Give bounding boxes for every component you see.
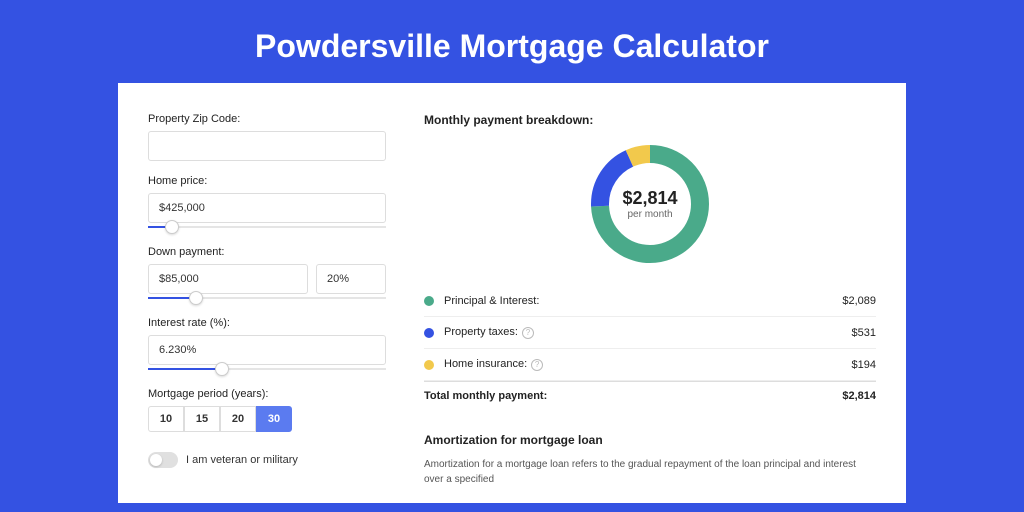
legend-dot: [424, 296, 434, 306]
zip-label: Property Zip Code:: [148, 113, 386, 125]
donut-sub: per month: [627, 209, 672, 220]
total-label: Total monthly payment:: [424, 390, 842, 402]
slider-thumb[interactable]: [165, 220, 179, 234]
form-panel: Property Zip Code: Home price: Down paym…: [148, 113, 386, 503]
down-payment-amount-input[interactable]: [148, 264, 308, 294]
slider-fill: [148, 368, 222, 370]
zip-input[interactable]: [148, 131, 386, 161]
veteran-label: I am veteran or military: [186, 454, 298, 466]
down-payment-field: Down payment:: [148, 246, 386, 303]
amortization-body: Amortization for a mortgage loan refers …: [424, 457, 876, 487]
period-field: Mortgage period (years): 10152030: [148, 388, 386, 432]
breakdown-title: Monthly payment breakdown:: [424, 113, 876, 127]
breakdown-panel: Monthly payment breakdown: $2,814 per mo…: [416, 113, 876, 503]
legend-value: $2,089: [842, 295, 876, 307]
down-payment-pct-input[interactable]: [316, 264, 386, 294]
legend-row: Property taxes:?$531: [424, 317, 876, 349]
amortization-title: Amortization for mortgage loan: [424, 433, 876, 447]
page-title: Powdersville Mortgage Calculator: [0, 0, 1024, 83]
home-price-field: Home price:: [148, 175, 386, 232]
legend-label: Property taxes:?: [444, 326, 852, 339]
total-value: $2,814: [842, 390, 876, 402]
veteran-toggle[interactable]: [148, 452, 178, 468]
interest-rate-field: Interest rate (%):: [148, 317, 386, 374]
interest-rate-input[interactable]: [148, 335, 386, 365]
period-button-group: 10152030: [148, 406, 386, 432]
donut-chart: $2,814 per month: [587, 141, 713, 267]
info-icon[interactable]: ?: [522, 327, 534, 339]
legend-value: $531: [852, 327, 876, 339]
legend-label: Home insurance:?: [444, 358, 852, 371]
legend-total-row: Total monthly payment:$2,814: [424, 381, 876, 411]
legend-dot: [424, 360, 434, 370]
period-button-15[interactable]: 15: [184, 406, 220, 432]
interest-rate-slider[interactable]: [148, 364, 386, 374]
period-button-20[interactable]: 20: [220, 406, 256, 432]
legend-value: $194: [852, 359, 876, 371]
slider-thumb[interactable]: [215, 362, 229, 376]
info-icon[interactable]: ?: [531, 359, 543, 371]
period-button-30[interactable]: 30: [256, 406, 292, 432]
home-price-slider[interactable]: [148, 222, 386, 232]
legend-dot: [424, 328, 434, 338]
legend-label: Principal & Interest:: [444, 295, 842, 307]
veteran-row: I am veteran or military: [148, 452, 386, 468]
zip-field: Property Zip Code:: [148, 113, 386, 161]
down-payment-slider[interactable]: [148, 293, 386, 303]
home-price-label: Home price:: [148, 175, 386, 187]
legend: Principal & Interest:$2,089Property taxe…: [424, 285, 876, 411]
slider-thumb[interactable]: [189, 291, 203, 305]
donut-center: $2,814 per month: [587, 141, 713, 267]
legend-row: Home insurance:?$194: [424, 349, 876, 381]
donut-chart-wrap: $2,814 per month: [424, 141, 876, 267]
calculator-card: Property Zip Code: Home price: Down paym…: [118, 83, 906, 503]
interest-rate-label: Interest rate (%):: [148, 317, 386, 329]
amortization-section: Amortization for mortgage loan Amortizat…: [424, 433, 876, 487]
legend-row: Principal & Interest:$2,089: [424, 286, 876, 317]
home-price-input[interactable]: [148, 193, 386, 223]
period-label: Mortgage period (years):: [148, 388, 386, 400]
donut-value: $2,814: [622, 188, 677, 209]
down-payment-label: Down payment:: [148, 246, 386, 258]
period-button-10[interactable]: 10: [148, 406, 184, 432]
